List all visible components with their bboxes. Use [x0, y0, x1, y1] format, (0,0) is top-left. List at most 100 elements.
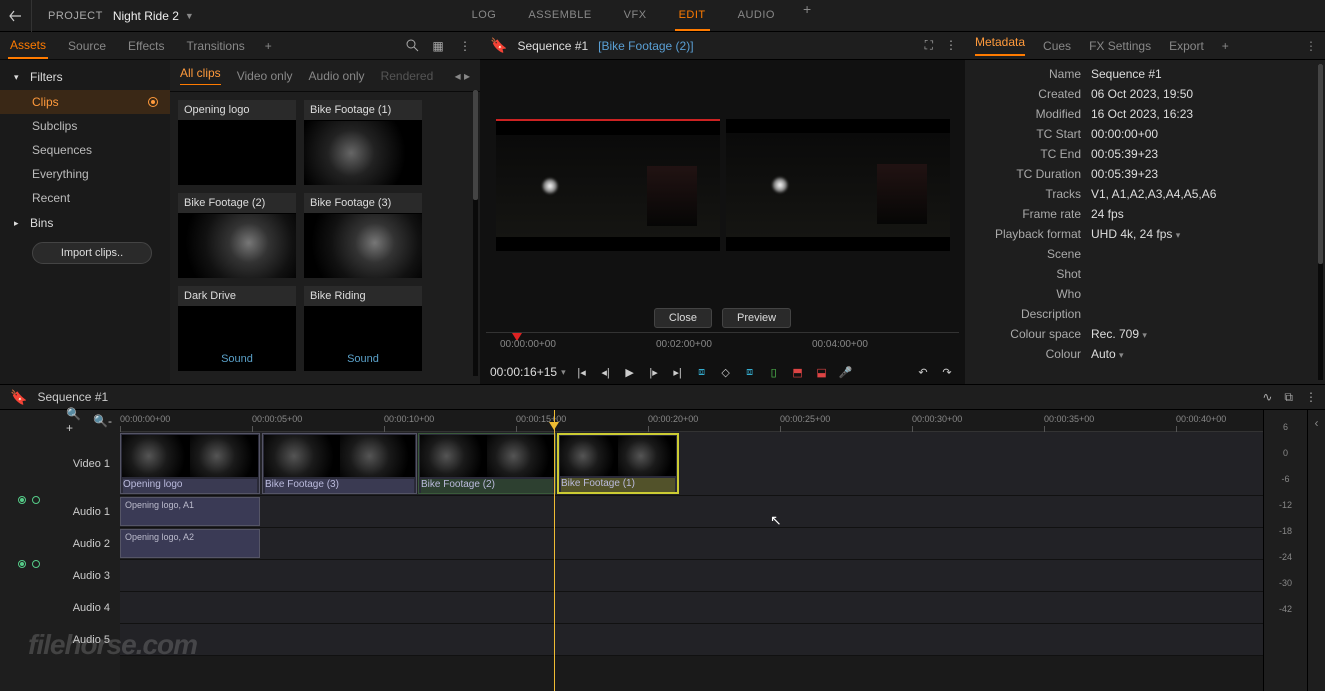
import-clips-button[interactable]: Import clips..: [32, 242, 152, 264]
track-enable-toggle[interactable]: [18, 560, 26, 568]
timeline-sequence-name[interactable]: Sequence #1: [37, 390, 108, 404]
audio-track-2[interactable]: Opening logo, A2: [120, 528, 1263, 560]
filter-everything[interactable]: Everything: [0, 162, 170, 186]
close-button[interactable]: Close: [654, 308, 712, 328]
clip-filter-video[interactable]: Video only: [237, 69, 293, 83]
zoom-out-icon[interactable]: 🔍-: [93, 414, 112, 428]
audio-track-3[interactable]: [120, 560, 1263, 592]
metadata-scrollbar[interactable]: [1318, 64, 1323, 380]
step-fwd-icon[interactable]: |▸: [646, 364, 662, 380]
filter-sequences[interactable]: Sequences: [0, 138, 170, 162]
tab-assemble[interactable]: ASSEMBLE: [524, 1, 595, 31]
audio-track-4[interactable]: [120, 592, 1263, 624]
delete-out-icon[interactable]: ⬓: [814, 364, 830, 380]
timeline-clip[interactable]: Bike Footage (3): [262, 433, 417, 494]
viewer-menu-icon[interactable]: ⋮: [945, 38, 955, 53]
metadata-tab[interactable]: Metadata: [975, 35, 1025, 56]
metadata-value[interactable]: Rec. 709 ▾: [1091, 327, 1147, 341]
add-panel-tab[interactable]: +: [265, 39, 272, 53]
cue-icon[interactable]: ▯: [766, 364, 782, 380]
track-label-audio4[interactable]: Audio 4: [58, 592, 120, 624]
track-label-audio3[interactable]: Audio 3: [58, 560, 120, 592]
tab-vfx[interactable]: VFX: [620, 1, 651, 31]
playhead[interactable]: [554, 410, 555, 691]
fullscreen-icon[interactable]: ⛶: [925, 38, 933, 53]
clip-card[interactable]: Bike Footage (2): [178, 193, 296, 278]
chevron-down-icon[interactable]: ▼: [185, 11, 194, 21]
video-track-1[interactable]: Opening logoBike Footage (3)Bike Footage…: [120, 432, 1263, 496]
goto-end-icon[interactable]: ▸|: [670, 364, 686, 380]
clip-thumbnail[interactable]: [304, 214, 422, 278]
viewer-frame-in[interactable]: [496, 119, 720, 251]
clip-thumbnail[interactable]: [304, 121, 422, 185]
clip-card[interactable]: Bike RidingSound: [304, 286, 422, 371]
search-icon[interactable]: [404, 38, 420, 54]
clip-thumbnail[interactable]: Sound: [304, 307, 422, 371]
export-tab[interactable]: Export: [1169, 39, 1204, 53]
bins-group[interactable]: ▸Bins: [0, 210, 170, 236]
zoom-in-icon[interactable]: 🔍+: [66, 407, 85, 435]
clip-card[interactable]: Dark DriveSound: [178, 286, 296, 371]
add-tab-button[interactable]: +: [803, 1, 811, 31]
bookmark-icon[interactable]: 🔖: [10, 389, 27, 406]
delete-in-icon[interactable]: ⬒: [790, 364, 806, 380]
metadata-value[interactable]: Auto ▾: [1091, 347, 1124, 361]
clip-card[interactable]: Bike Footage (1): [304, 100, 422, 185]
transitions-tab[interactable]: Transitions: [185, 34, 247, 58]
timeline-audio-clip[interactable]: Opening logo, A2: [120, 529, 260, 558]
tab-log[interactable]: LOG: [468, 1, 501, 31]
goto-start-icon[interactable]: |◂: [574, 364, 590, 380]
timeline-clip[interactable]: Bike Footage (2): [418, 433, 556, 494]
clip-thumbnail[interactable]: [178, 121, 296, 185]
viewer-frame-out[interactable]: [726, 119, 950, 251]
track-label-audio5[interactable]: Audio 5: [58, 624, 120, 656]
preview-button[interactable]: Preview: [722, 308, 791, 328]
back-button[interactable]: [0, 0, 32, 32]
filters-group[interactable]: ▾Filters: [0, 64, 170, 90]
track-solo-toggle[interactable]: [32, 560, 40, 568]
filter-recent[interactable]: Recent: [0, 186, 170, 210]
metadata-value[interactable]: 24 fps: [1091, 207, 1124, 221]
redo-icon[interactable]: ↷: [939, 364, 955, 380]
track-label-video1[interactable]: Video 1: [58, 432, 120, 496]
project-name[interactable]: Night Ride 2: [107, 9, 185, 23]
source-tab[interactable]: Source: [66, 34, 108, 58]
track-label-audio1[interactable]: Audio 1: [58, 496, 120, 528]
add-meta-tab[interactable]: +: [1222, 39, 1229, 53]
cues-tab[interactable]: Cues: [1043, 39, 1071, 53]
panel-menu-icon[interactable]: ⋮: [456, 38, 472, 54]
metadata-value[interactable]: 00:05:39+23: [1091, 167, 1158, 181]
tab-edit[interactable]: EDIT: [675, 1, 710, 31]
waveform-icon[interactable]: ∿: [1262, 390, 1272, 405]
step-back-icon[interactable]: ◂|: [598, 364, 614, 380]
timecode-display[interactable]: 00:00:16+15 ▾: [490, 365, 566, 379]
voiceover-icon[interactable]: 🎤: [838, 364, 854, 380]
fx-settings-tab[interactable]: FX Settings: [1089, 39, 1151, 53]
audio-track-1[interactable]: Opening logo, A1: [120, 496, 1263, 528]
clip-card[interactable]: Opening logo: [178, 100, 296, 185]
clip-thumbnail[interactable]: [178, 214, 296, 278]
sequence-sub[interactable]: [Bike Footage (2)]: [598, 39, 693, 53]
metadata-value[interactable]: 00:00:00+00: [1091, 127, 1158, 141]
tab-audio[interactable]: AUDIO: [734, 1, 779, 31]
timeline-menu-icon[interactable]: ⋮: [1305, 390, 1315, 405]
mark-in-icon[interactable]: ⧈: [694, 364, 710, 380]
timeline-ruler[interactable]: 00:00:00+0000:00:05+0000:00:10+0000:00:1…: [120, 410, 1263, 432]
effects-tab[interactable]: Effects: [126, 34, 166, 58]
metadata-value[interactable]: 06 Oct 2023, 19:50: [1091, 87, 1193, 101]
filter-subclips[interactable]: Subclips: [0, 114, 170, 138]
mark-out-icon[interactable]: ⧈: [742, 364, 758, 380]
copy-icon[interactable]: ⧉: [1284, 390, 1293, 405]
collapse-panel-button[interactable]: ‹: [1307, 410, 1325, 691]
metadata-value[interactable]: 00:05:39+23: [1091, 147, 1158, 161]
audio-track-5[interactable]: [120, 624, 1263, 656]
play-icon[interactable]: ▶: [622, 364, 638, 380]
filter-clips[interactable]: Clips: [0, 90, 170, 114]
clip-filter-audio[interactable]: Audio only: [309, 69, 365, 83]
metadata-value[interactable]: V1, A1,A2,A3,A4,A5,A6: [1091, 187, 1216, 201]
bookmark-icon[interactable]: 🔖: [490, 37, 507, 54]
clips-scrollbar[interactable]: [473, 90, 478, 376]
clip-card[interactable]: Bike Footage (3): [304, 193, 422, 278]
timeline-audio-clip[interactable]: Opening logo, A1: [120, 497, 260, 526]
sequence-name[interactable]: Sequence #1: [517, 39, 588, 53]
